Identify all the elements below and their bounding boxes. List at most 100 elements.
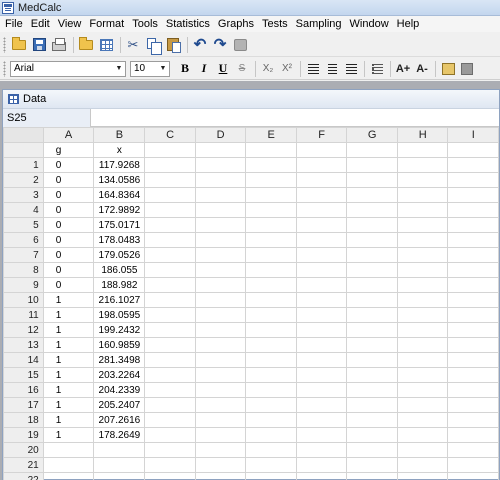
row-header[interactable]: 13 [3, 337, 44, 353]
cell-g[interactable] [346, 382, 398, 398]
cell-e[interactable] [245, 217, 297, 233]
cell-b[interactable]: 175.0171 [93, 217, 146, 233]
cell-b[interactable] [93, 442, 146, 458]
cell-i[interactable] [447, 307, 499, 323]
cell-c[interactable] [144, 247, 196, 263]
cell-f[interactable] [295, 352, 348, 368]
cell-f[interactable] [295, 292, 348, 308]
cell-i[interactable] [447, 277, 499, 293]
cell-b[interactable]: 160.9859 [93, 337, 146, 353]
cell-g[interactable] [346, 292, 398, 308]
cell-h[interactable] [396, 472, 449, 480]
cell-a[interactable]: 0 [42, 232, 95, 248]
paste-button[interactable] [164, 36, 182, 54]
disabled-tool-button[interactable] [231, 36, 249, 54]
cell-d[interactable] [194, 232, 247, 248]
cell-c[interactable] [144, 427, 196, 443]
cell-a[interactable]: 1 [42, 397, 95, 413]
cell-b[interactable]: 281.3498 [93, 352, 146, 368]
superscript-button[interactable]: X² [278, 60, 296, 78]
cell-f[interactable] [295, 217, 348, 233]
cell-i[interactable] [447, 217, 499, 233]
cell-d[interactable] [194, 292, 247, 308]
cell-g[interactable] [346, 307, 398, 323]
cell-i[interactable] [447, 172, 499, 188]
cell-f[interactable] [295, 157, 348, 173]
menu-graphs[interactable]: Graphs [215, 18, 259, 30]
cell-e[interactable] [245, 382, 297, 398]
column-header-f[interactable]: F [295, 127, 348, 143]
cell-f[interactable] [295, 187, 348, 203]
menu-view[interactable]: View [55, 18, 87, 30]
row-header[interactable]: 1 [3, 157, 44, 173]
row-header[interactable]: 19 [3, 427, 44, 443]
cell-g[interactable] [346, 157, 398, 173]
cell-a[interactable]: 0 [42, 187, 95, 203]
cell-b[interactable]: 164.8364 [93, 187, 146, 203]
column-header-i[interactable]: I [447, 127, 499, 143]
cell-d[interactable] [194, 337, 247, 353]
cell-e[interactable] [245, 247, 297, 263]
copy-button[interactable] [144, 36, 162, 55]
cell-i[interactable] [447, 457, 499, 473]
cell-d[interactable] [194, 187, 247, 203]
cell-d[interactable] [194, 397, 247, 413]
row-header[interactable]: 15 [3, 367, 44, 383]
row-header[interactable]: 2 [3, 172, 44, 188]
cut-button[interactable]: ✂ [124, 36, 142, 54]
cell-i[interactable] [447, 187, 499, 203]
cell-h[interactable] [396, 202, 449, 218]
cell-h[interactable] [396, 187, 449, 203]
cell-a[interactable]: 1 [42, 382, 95, 398]
cell-c[interactable] [144, 202, 196, 218]
cell-e[interactable] [245, 172, 297, 188]
cell-e[interactable] [245, 352, 297, 368]
cell-h[interactable] [396, 262, 449, 278]
cell-f[interactable] [295, 322, 348, 338]
cell-h[interactable] [396, 457, 449, 473]
cell-h[interactable] [396, 382, 449, 398]
cell-b[interactable]: 178.0483 [93, 232, 146, 248]
font-size-select[interactable]: 10 ▼ [130, 60, 170, 77]
cell-e[interactable] [245, 307, 297, 323]
cell-b[interactable]: 216.1027 [93, 292, 146, 308]
cell-c[interactable] [144, 187, 196, 203]
cell-e[interactable] [245, 427, 297, 443]
cell-f[interactable] [295, 232, 348, 248]
cell-i[interactable] [447, 337, 499, 353]
cell-e[interactable] [245, 442, 297, 458]
cell-g[interactable] [346, 352, 398, 368]
cell-f[interactable] [295, 472, 348, 480]
redo-button[interactable]: ↷ [211, 36, 229, 54]
cell-d[interactable] [194, 442, 247, 458]
cell-h[interactable] [396, 247, 449, 263]
cell-c[interactable] [144, 157, 196, 173]
cell-h[interactable] [396, 172, 449, 188]
cell-e[interactable] [245, 322, 297, 338]
cell-g[interactable] [346, 472, 398, 480]
cell-c[interactable] [144, 337, 196, 353]
cell-g[interactable] [346, 172, 398, 188]
cell-a[interactable]: 1 [42, 352, 95, 368]
cell-i[interactable] [447, 352, 499, 368]
cell-g[interactable] [346, 142, 398, 158]
cell-a[interactable] [42, 457, 95, 473]
cell-f[interactable] [295, 202, 348, 218]
cell-a[interactable] [42, 472, 95, 480]
cell-b[interactable] [93, 472, 146, 480]
cell-a[interactable]: 1 [42, 427, 95, 443]
cell-f[interactable] [295, 367, 348, 383]
column-header-g[interactable]: G [346, 127, 398, 143]
row-header[interactable]: 20 [3, 442, 44, 458]
cell-d[interactable] [194, 352, 247, 368]
cell-b[interactable]: 134.0586 [93, 172, 146, 188]
cell-h[interactable] [396, 352, 449, 368]
cell-e[interactable] [245, 412, 297, 428]
row-header[interactable] [3, 142, 44, 158]
cell-b[interactable]: 172.9892 [93, 202, 146, 218]
cell-d[interactable] [194, 157, 247, 173]
cell-c[interactable] [144, 172, 196, 188]
cell-h[interactable] [396, 277, 449, 293]
menu-tools[interactable]: Tools [129, 18, 163, 30]
cell-d[interactable] [194, 367, 247, 383]
